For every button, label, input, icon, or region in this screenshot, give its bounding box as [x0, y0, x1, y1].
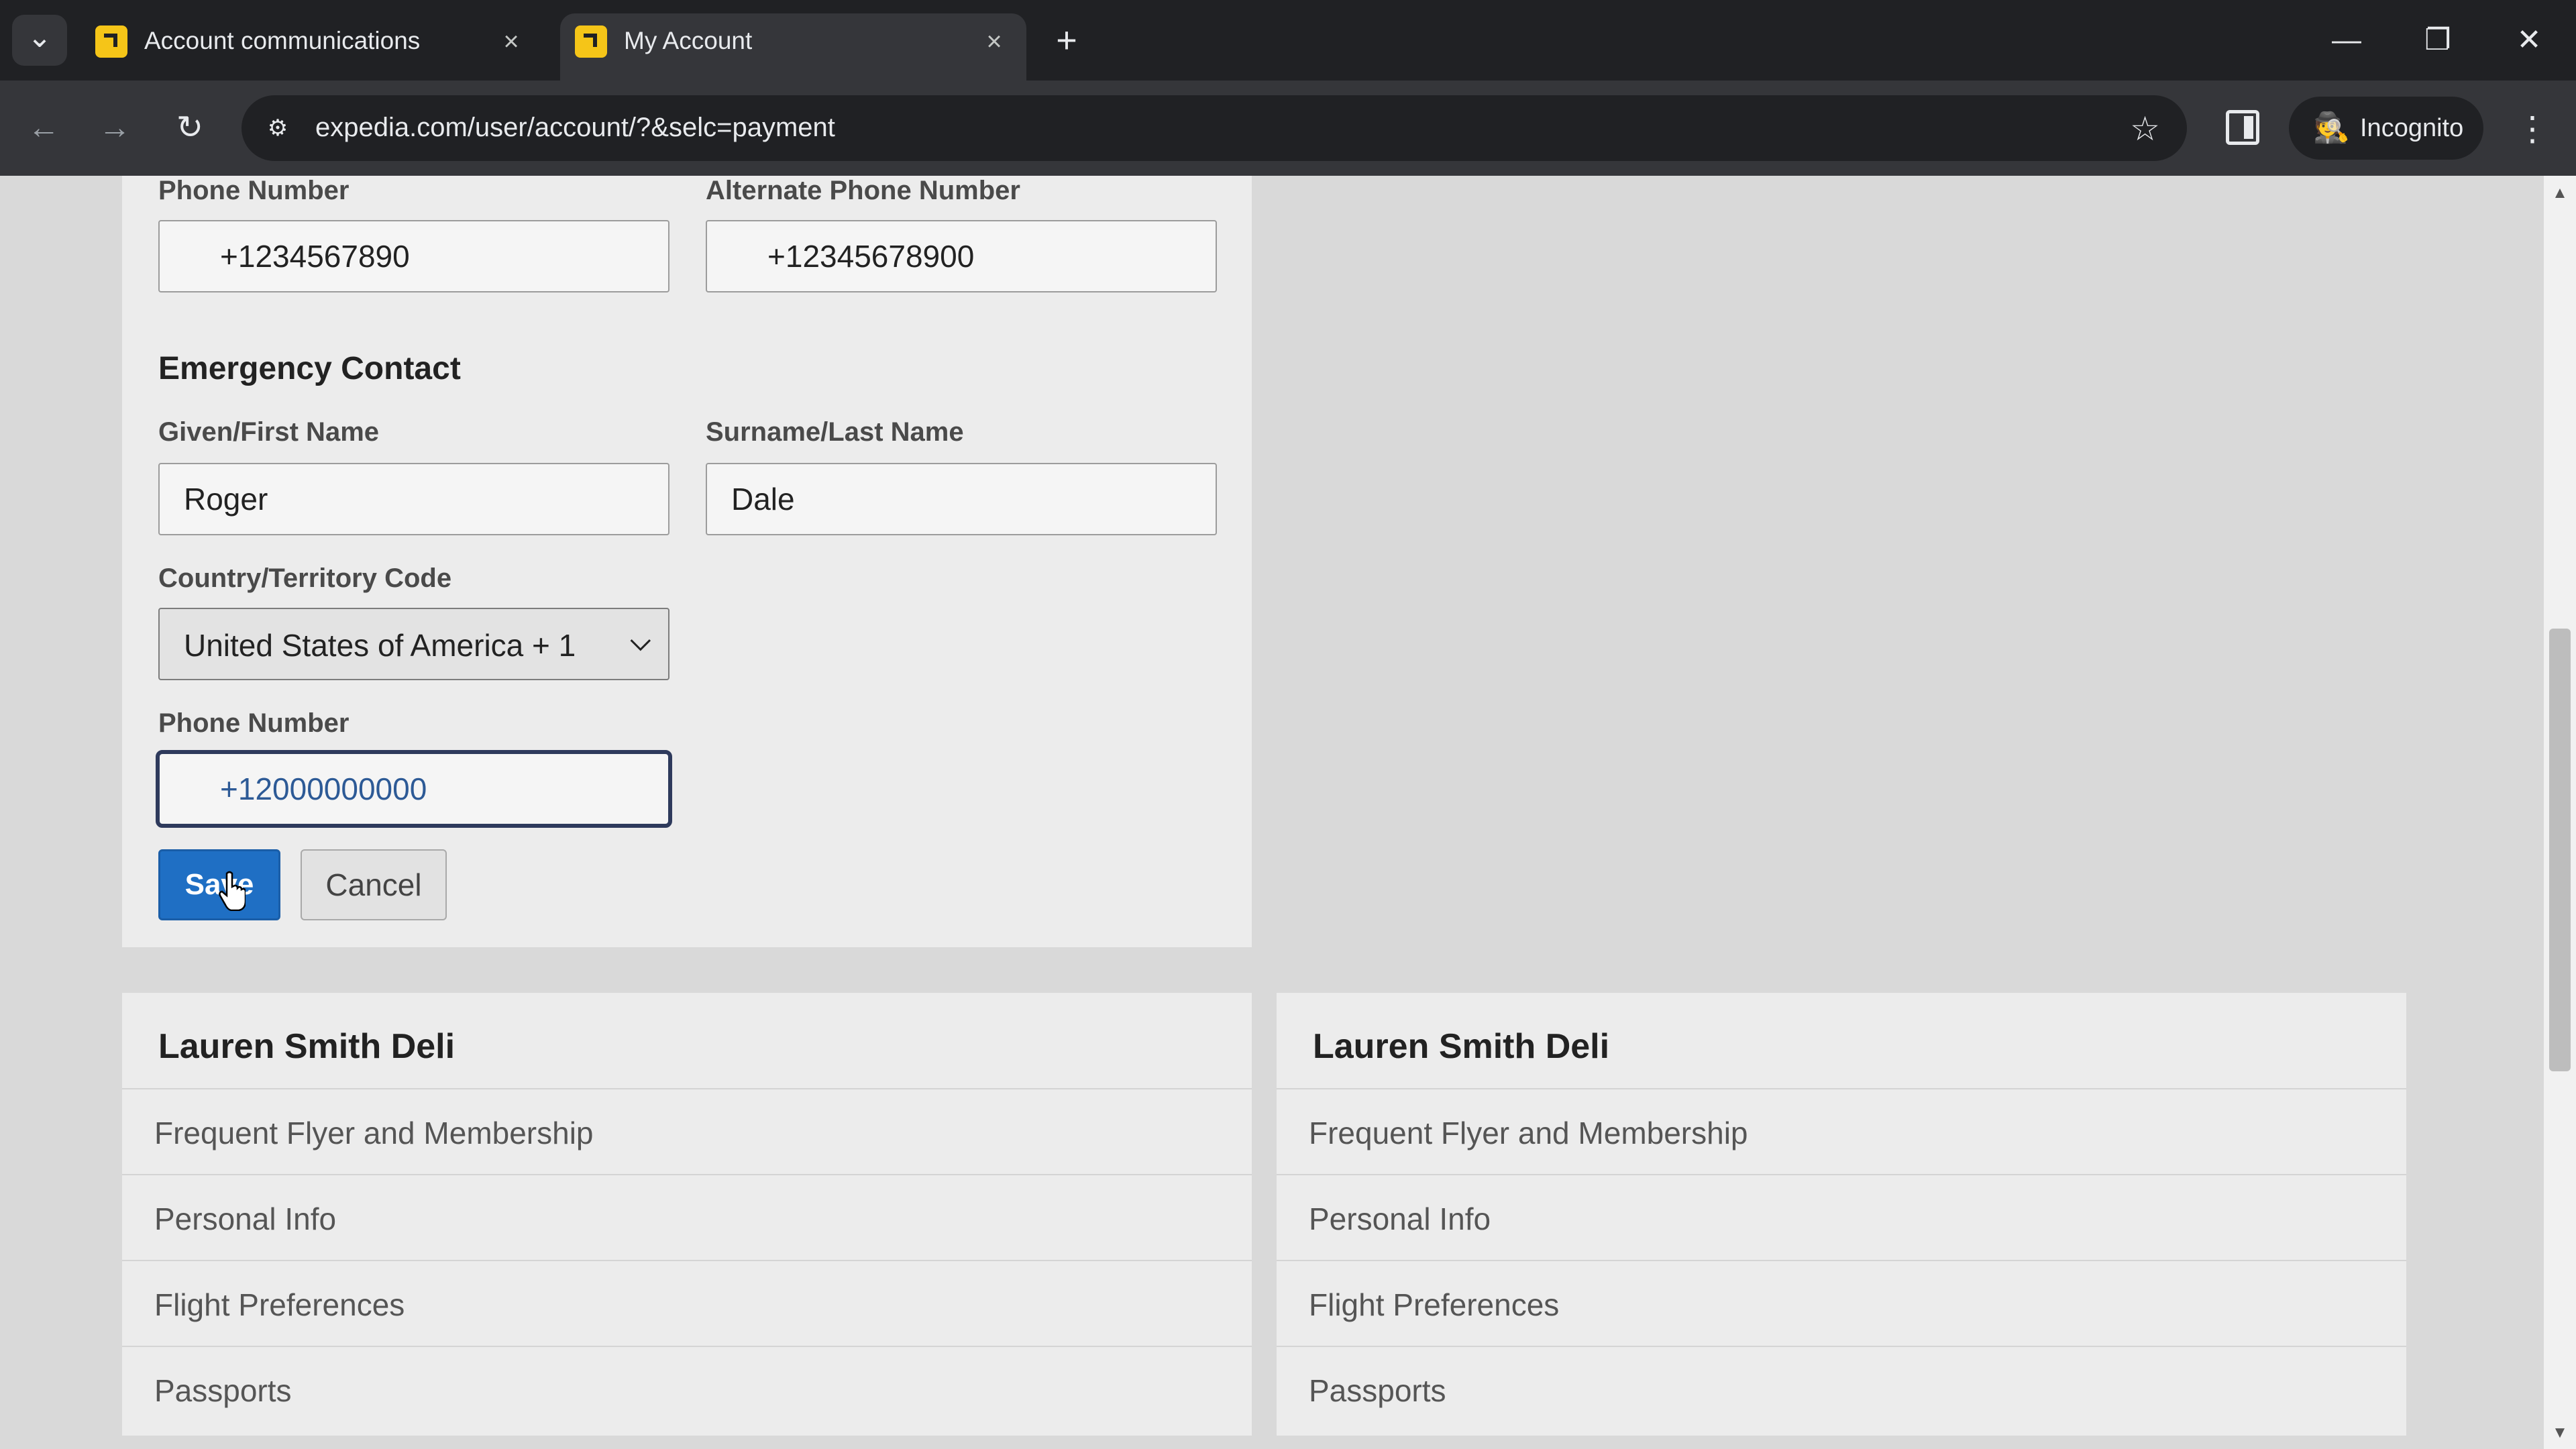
back-arrow-icon[interactable]: ←: [21, 106, 66, 150]
tab-my-account[interactable]: My Account ×: [560, 13, 1026, 80]
account-menu-card: Lauren Smith Deli Frequent Flyer and Mem…: [1277, 993, 2406, 1436]
address-bar[interactable]: ⚙ expedia.com/user/account/?&selc=paymen…: [241, 95, 2187, 161]
menu-item-personal-info[interactable]: Personal Info: [1277, 1174, 2406, 1260]
menu-item-passports[interactable]: Passports: [122, 1346, 1252, 1432]
incognito-label: Incognito: [2360, 114, 2464, 142]
tab-strip: ⌄ Account communications × My Account × …: [0, 0, 2576, 80]
incognito-icon: 🕵: [2313, 111, 2350, 144]
alternate-phone-input[interactable]: [706, 220, 1217, 292]
star-icon[interactable]: ☆: [2130, 110, 2160, 148]
kebab-menu-icon[interactable]: ⋮: [2516, 105, 2549, 153]
first-name-input[interactable]: [158, 463, 669, 535]
url-text[interactable]: expedia.com/user/account/?&selc=payment: [315, 113, 835, 143]
tab-account-communications[interactable]: Account communications ×: [80, 13, 543, 80]
country-code-select[interactable]: United States of America + 1 ⌵: [158, 608, 669, 680]
new-tab-button[interactable]: +: [1046, 16, 1087, 64]
emergency-contact-heading: Emergency Contact: [158, 351, 461, 386]
menu-item-frequent-flyer[interactable]: Frequent Flyer and Membership: [1277, 1088, 2406, 1174]
chevron-down-icon: ⌄: [27, 21, 52, 54]
menu-item-label: Frequent Flyer and Membership: [1309, 1116, 1748, 1150]
menu-item-flight-preferences[interactable]: Flight Preferences: [1277, 1260, 2406, 1346]
tab-title: Account communications: [144, 27, 421, 54]
scrollbar-thumb[interactable]: [2549, 629, 2571, 1071]
scroll-up-arrow-icon[interactable]: ▲: [2544, 180, 2576, 207]
window-close-icon[interactable]: ✕: [2502, 13, 2556, 67]
alternate-phone-label: Alternate Phone Number: [706, 176, 1020, 205]
menu-item-label: Passports: [1309, 1373, 1446, 1408]
forward-arrow-icon[interactable]: →: [93, 106, 137, 150]
hand-cursor-icon: [219, 871, 246, 911]
menu-item-label: Flight Preferences: [154, 1287, 405, 1322]
last-name-label: Surname/Last Name: [706, 417, 964, 447]
menu-item-label: Passports: [154, 1373, 292, 1408]
first-name-label: Given/First Name: [158, 417, 380, 447]
menu-item-frequent-flyer[interactable]: Frequent Flyer and Membership: [122, 1088, 1252, 1174]
menu-item-personal-info[interactable]: Personal Info: [122, 1174, 1252, 1260]
restore-icon[interactable]: ❐: [2411, 13, 2465, 67]
contact-form-card: Phone Number Alternate Phone Number Emer…: [122, 176, 1252, 947]
chevron-down-icon: ⌵: [630, 627, 651, 656]
menu-item-label: Personal Info: [154, 1201, 337, 1236]
menu-item-passports[interactable]: Passports: [1277, 1346, 2406, 1432]
menu-item-label: Frequent Flyer and Membership: [154, 1116, 594, 1150]
page-content: Phone Number Alternate Phone Number Emer…: [0, 176, 2560, 1449]
expedia-favicon-icon: [575, 25, 607, 58]
menu-item-flight-preferences[interactable]: Flight Preferences: [122, 1260, 1252, 1346]
last-name-input[interactable]: [706, 463, 1217, 535]
side-panel-icon[interactable]: [2226, 110, 2259, 145]
tune-icon[interactable]: ⚙: [262, 112, 294, 144]
scroll-down-arrow-icon[interactable]: ▼: [2544, 1419, 2576, 1446]
close-icon[interactable]: ×: [492, 23, 530, 60]
account-holder-name: Lauren Smith Deli: [158, 1027, 455, 1066]
account-menu-card: Lauren Smith Deli Frequent Flyer and Mem…: [122, 993, 1252, 1436]
expedia-favicon-icon: [95, 25, 127, 58]
incognito-badge[interactable]: 🕵 Incognito: [2289, 97, 2483, 160]
phone-number-label: Phone Number: [158, 176, 350, 205]
country-code-label: Country/Territory Code: [158, 564, 452, 593]
reload-icon[interactable]: ↻: [168, 106, 212, 150]
tab-search-button[interactable]: ⌄: [12, 15, 67, 66]
close-icon[interactable]: ×: [975, 23, 1013, 60]
menu-item-label: Personal Info: [1309, 1201, 1491, 1236]
emergency-phone-input[interactable]: [156, 750, 672, 828]
tab-title: My Account: [624, 27, 753, 54]
phone-number-input[interactable]: [158, 220, 669, 292]
country-code-value: United States of America + 1: [184, 628, 576, 663]
emergency-phone-label: Phone Number: [158, 708, 350, 738]
menu-item-label: Flight Preferences: [1309, 1287, 1560, 1322]
cancel-button[interactable]: Cancel: [301, 849, 447, 920]
account-holder-name: Lauren Smith Deli: [1313, 1027, 1610, 1066]
browser-toolbar: ← → ↻ ⚙ expedia.com/user/account/?&selc=…: [0, 80, 2576, 176]
minimize-icon[interactable]: —: [2320, 13, 2373, 67]
vertical-scrollbar[interactable]: ▲ ▼: [2544, 176, 2576, 1449]
